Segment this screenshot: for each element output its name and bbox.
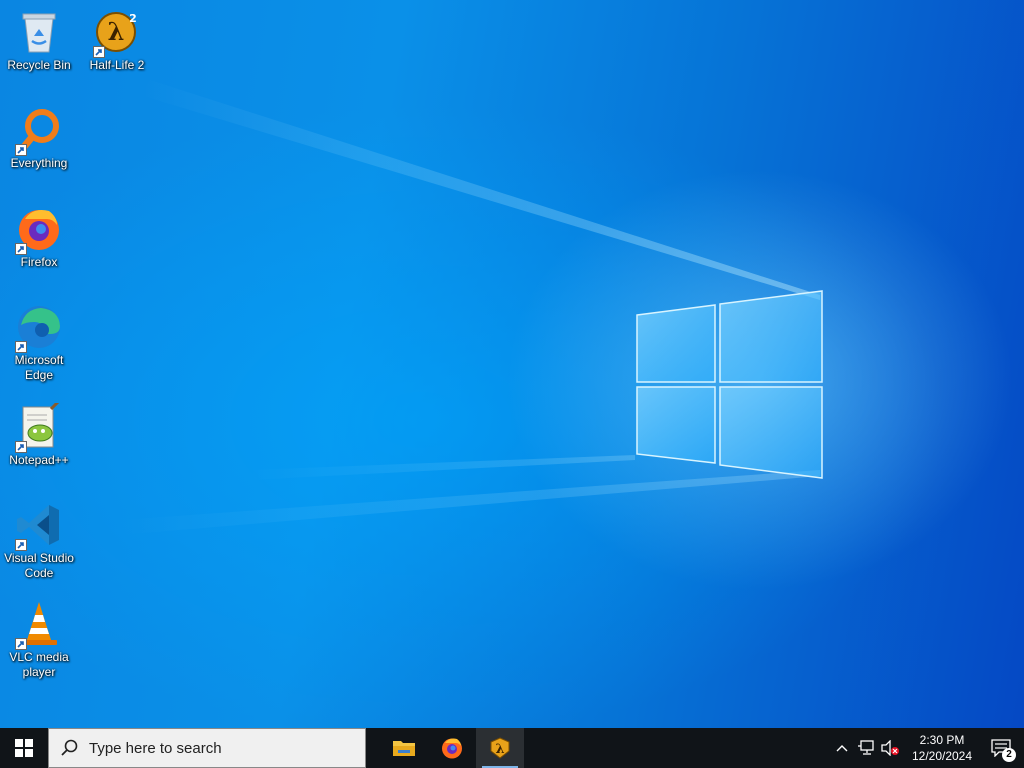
desktop-icon-firefox[interactable]: Firefox [1,205,77,270]
svg-text:2: 2 [129,12,137,25]
shortcut-arrow-icon [15,441,27,453]
taskbar-app-half-life-2[interactable]: λ [476,728,524,768]
desktop-icon-label: Visual Studio Code [4,551,74,580]
taskbar-search-box[interactable]: Type here to search [48,728,366,768]
half-life-2-icon: λ 2 [93,8,141,58]
shortcut-arrow-icon [15,243,27,255]
network-icon[interactable] [854,728,878,768]
windows-logo-wallpaper [636,290,823,479]
action-center-button[interactable]: 2 [978,728,1024,768]
recycle-bin-icon [15,8,63,56]
start-button[interactable] [0,728,48,768]
shortcut-arrow-icon [93,46,105,58]
desktop-icon-label: Half-Life 2 [89,58,145,72]
desktop-icon-label: Microsoft Edge [14,353,64,382]
half-life-2-icon: λ [490,737,510,759]
clock-time: 2:30 PM [919,733,965,747]
desktop-icon-label: Firefox [20,255,58,269]
desktop-icon-vlc-media-player[interactable]: VLC media player [1,600,77,680]
svg-text:λ: λ [495,742,504,757]
search-icon [61,739,78,756]
desktop-icon-label: Everything [10,156,68,170]
shortcut-arrow-icon [15,144,27,156]
taskbar-clock[interactable]: 2:30 PM 12/20/2024 [906,732,978,764]
notification-count-badge: 2 [1002,748,1016,762]
desktop-icon-half-life-2[interactable]: λ 2 Half-Life 2 [79,8,155,73]
taskbar-app-firefox[interactable] [428,728,476,768]
vscode-icon [15,501,63,551]
shortcut-arrow-icon [15,539,27,551]
desktop-icon-everything[interactable]: Everything [1,106,77,171]
notepad-plus-plus-icon [15,399,63,453]
desktop-icon-label: VLC media player [9,650,69,679]
everything-search-icon [15,106,63,156]
folder-icon [393,741,415,756]
desktop-icon-label: Notepad++ [9,453,69,467]
svg-text:λ: λ [108,17,125,46]
shortcut-arrow-icon [15,341,27,353]
shortcut-arrow-icon [15,638,27,650]
vlc-icon [15,600,63,650]
show-hidden-icons-chevron-up-icon[interactable] [830,728,854,768]
firefox-icon [442,738,462,759]
desktop-icon-label: Recycle Bin [7,58,71,72]
edge-icon [15,303,63,353]
search-placeholder: Type here to search [89,739,222,757]
firefox-icon [15,205,63,255]
clock-date: 12/20/2024 [911,749,973,763]
system-tray: 2:30 PM 12/20/2024 2 [830,728,1024,768]
desktop-icon-visual-studio-code[interactable]: Visual Studio Code [1,501,77,581]
desktop-icon-recycle-bin[interactable]: Recycle Bin [1,8,77,73]
volume-muted-icon[interactable] [878,728,902,768]
desktop: Recycle Bin λ 2 Half-Life 2 Everything F… [0,0,1024,728]
desktop-icon-microsoft-edge[interactable]: Microsoft Edge [1,303,77,383]
taskbar-app-file-explorer[interactable] [380,728,428,768]
taskbar: Type here to search λ 2:30 PM 12/20/2024… [0,728,1024,768]
windows-start-icon [15,739,33,757]
desktop-icon-notepad-plus-plus[interactable]: Notepad++ [1,399,77,468]
